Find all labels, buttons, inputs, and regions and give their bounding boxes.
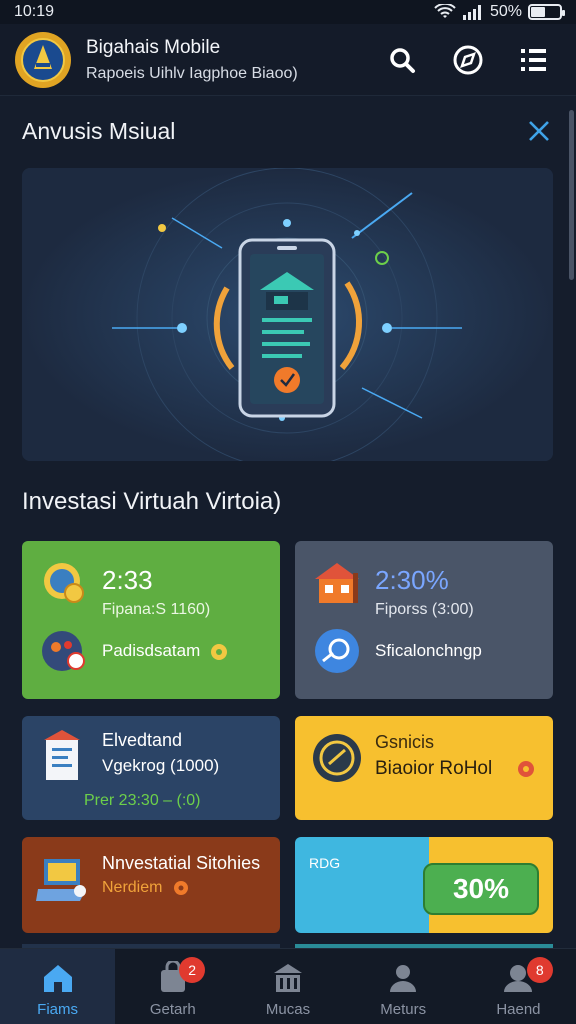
logo-emblem-icon[interactable] bbox=[14, 31, 72, 89]
investment-card-5[interactable]: Nnvestatial Sitohies Nerdiem bbox=[22, 837, 280, 933]
wifi-icon bbox=[434, 4, 456, 18]
house-icon bbox=[311, 559, 363, 607]
building-icon bbox=[274, 964, 302, 992]
gear-icon bbox=[211, 644, 227, 660]
app-titles: Bigahais Mobile Rapoeis Uihlv Iagphoe Bi… bbox=[86, 37, 382, 83]
nav-item-meturs[interactable]: Meturs bbox=[346, 949, 461, 1024]
card-detail: Vgekrog (1000) bbox=[102, 756, 220, 775]
percent-badge-value: 30% bbox=[452, 873, 510, 904]
battery-level bbox=[531, 7, 545, 17]
notification-badge: 8 bbox=[526, 957, 553, 983]
card-label: Sficalonchngp bbox=[375, 641, 482, 660]
nav-label: Haend bbox=[496, 1001, 541, 1018]
card-detail: Fiporss (3:00) bbox=[375, 601, 474, 618]
main-content[interactable]: Anvusis Msiual Investasi Virtuah Virtoia… bbox=[0, 96, 576, 948]
app-bar: Bigahais Mobile Rapoeis Uihlv Iagphoe Bi… bbox=[0, 24, 576, 96]
hero-banner[interactable] bbox=[22, 168, 553, 461]
close-icon[interactable] bbox=[524, 116, 554, 146]
menu-icon[interactable] bbox=[514, 40, 554, 80]
card-value: 2:33 bbox=[102, 565, 153, 595]
section-title: Anvusis Msiual bbox=[22, 117, 176, 144]
card-label: Padisdsatam bbox=[102, 641, 201, 660]
card-detail: Biaoior RoHol bbox=[375, 758, 493, 779]
card-detail: Fipana:S 1160) bbox=[102, 601, 211, 618]
notification-badge: 2 bbox=[179, 957, 206, 983]
nav-item-haend[interactable]: 8 Haend bbox=[461, 949, 576, 1024]
status-time: 10:19 bbox=[14, 3, 55, 20]
nav-label: Mucas bbox=[265, 1001, 311, 1018]
nav-label: Getarh bbox=[149, 1001, 196, 1018]
laptop-icon bbox=[34, 853, 94, 909]
investment-card-6[interactable]: RDG 30% bbox=[295, 837, 553, 933]
card-detail: Nerdiem bbox=[102, 879, 163, 896]
investment-card-2[interactable]: 2:30% Fiporss (3:00) Sficalonchngp bbox=[295, 541, 553, 699]
card-title: Gsnicis bbox=[375, 732, 435, 752]
compass-icon[interactable] bbox=[448, 40, 488, 80]
app-title: Bigahais Mobile bbox=[86, 36, 221, 58]
scrollbar[interactable] bbox=[569, 110, 574, 280]
sun-coin-icon bbox=[38, 557, 90, 609]
status-bar: 10:19 50% bbox=[0, 0, 576, 24]
app-subtitle: Rapoeis Uihlv Iagphoe Biaoo) bbox=[86, 64, 298, 82]
card-title: Nnvestatial Sitohies bbox=[102, 853, 261, 873]
investments-title: Investasi Virtuah Virtoia) bbox=[22, 488, 282, 515]
card-title: Elvedtand bbox=[102, 730, 183, 750]
search-icon[interactable] bbox=[382, 40, 422, 80]
signal-icon bbox=[462, 5, 481, 20]
document-icon bbox=[40, 728, 84, 784]
person-icon bbox=[390, 965, 417, 992]
gear-icon bbox=[518, 761, 534, 777]
status-indicators: 50% bbox=[434, 3, 565, 21]
shield-icon bbox=[311, 732, 363, 784]
globe-badge-icon bbox=[40, 627, 88, 675]
card-value: 2:30% bbox=[375, 565, 449, 595]
nav-label: Meturs bbox=[380, 1001, 427, 1018]
bottom-nav: Fiams 2 Getarh Mucas Meturs 8 Haend bbox=[0, 948, 576, 1024]
nav-item-home[interactable]: Fiams bbox=[0, 949, 116, 1024]
nav-item-getarh[interactable]: 2 Getarh bbox=[115, 949, 230, 1024]
home-icon bbox=[43, 965, 72, 992]
card-footer: Prer 23:30 – (:0) bbox=[84, 792, 201, 809]
app-bar-actions bbox=[382, 40, 554, 80]
nav-item-mucas[interactable]: Mucas bbox=[230, 949, 345, 1024]
investment-card-1[interactable]: 2:33 Fipana:S 1160) Padisdsatam bbox=[22, 541, 280, 699]
card-label: RDG bbox=[309, 855, 341, 871]
section-header: Anvusis Msiual bbox=[22, 116, 554, 146]
investment-card-4[interactable]: Gsnicis Biaoior RoHol bbox=[295, 716, 553, 820]
nav-label: Fiams bbox=[37, 1001, 79, 1018]
battery-percent: 50% bbox=[489, 3, 522, 20]
phone-investment-illustration bbox=[22, 168, 553, 461]
percent-badge: 30% bbox=[423, 863, 539, 915]
investment-card-3[interactable]: Elvedtand Vgekrog (1000) Prer 23:30 – (:… bbox=[22, 716, 280, 820]
wallet-icon bbox=[313, 627, 361, 675]
battery-icon bbox=[528, 4, 565, 20]
gear-icon bbox=[174, 881, 188, 895]
